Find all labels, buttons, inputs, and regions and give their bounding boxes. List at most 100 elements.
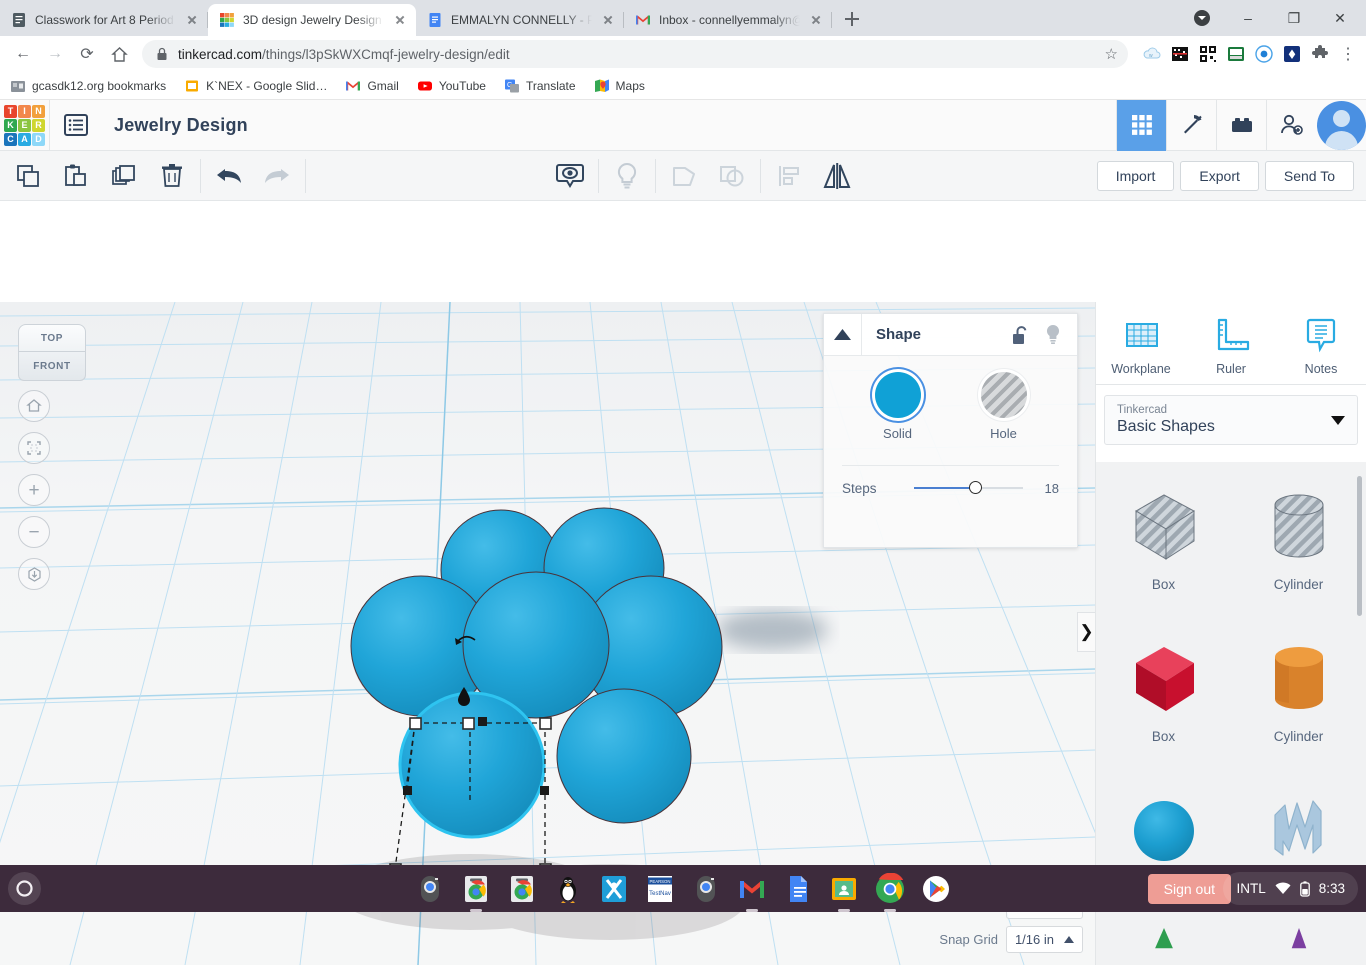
bookmark-item-2[interactable]: Gmail (345, 78, 399, 94)
shelf-app-play-store[interactable] (920, 873, 952, 905)
window-close-button[interactable]: ✕ (1318, 2, 1362, 34)
avatar[interactable] (1317, 100, 1366, 150)
snap-grid-select[interactable]: 1/16 in (1005, 926, 1083, 953)
project-list-button[interactable] (50, 100, 102, 151)
shape-item-partial-next-2[interactable] (1231, 918, 1366, 958)
orthographic-toggle-icon[interactable] (18, 558, 50, 590)
shelf-app-pearson-testnav[interactable]: PEARSON TestNav (644, 873, 676, 905)
grid-view-icon[interactable] (1116, 99, 1166, 151)
shape-item-box-hole[interactable]: Box (1096, 462, 1231, 614)
shape-item-cylinder-hole[interactable]: Cylinder (1231, 462, 1366, 614)
browser-tab-3[interactable]: Inbox - connellyemmalyn@gcas (624, 4, 832, 36)
bookmark-item-1[interactable]: K`NEX - Google Slid… (184, 78, 327, 94)
sign-out-button[interactable]: Sign out (1147, 874, 1231, 904)
reload-button[interactable]: ⟳ (72, 39, 102, 69)
import-button[interactable]: Import (1096, 160, 1175, 191)
shelf-app-docs[interactable] (782, 873, 814, 905)
undo-arrow-icon[interactable] (205, 151, 253, 201)
view-cube-top[interactable]: TOP (18, 324, 86, 352)
address-bar[interactable]: tinkercad.com/things/l3pSkWXCmqf-jewelry… (142, 40, 1128, 68)
cloud-icon[interactable]: w (1142, 44, 1162, 64)
shape-item-cylinder[interactable]: Cylinder (1231, 614, 1366, 766)
view-cube[interactable]: TOP FRONT (18, 310, 86, 381)
qr-scan-icon[interactable] (1170, 44, 1190, 64)
steps-slider[interactable] (914, 480, 1023, 496)
ungroup-shapes-icon[interactable] (708, 151, 756, 201)
shelf-app-gmail[interactable] (736, 873, 768, 912)
browser-tab-1[interactable]: 3D design Jewelry Design | Tinke (208, 4, 416, 36)
bookmark-item-5[interactable]: Maps (594, 78, 645, 94)
redo-arrow-icon[interactable] (253, 151, 301, 201)
chrome-profile-badge-icon[interactable] (1180, 2, 1224, 34)
shelf-app-chrome[interactable] (874, 872, 906, 912)
align-icon[interactable] (765, 151, 813, 201)
chrome-menu-button[interactable]: ⋮ (1338, 39, 1358, 69)
tab-close-button[interactable] (600, 12, 616, 28)
new-tab-button[interactable] (838, 5, 866, 33)
sidebar-item-notes[interactable]: Notes (1276, 316, 1366, 376)
invite-person-icon[interactable] (1266, 99, 1316, 151)
back-button[interactable]: ← (8, 39, 38, 69)
shelf-app-camera[interactable] (414, 873, 446, 905)
browser-tab-2[interactable]: EMMALYN CONNELLY - Photo Do (416, 4, 624, 36)
shelf-app-classroom[interactable] (828, 873, 860, 912)
solid-color-swatch[interactable] (874, 372, 921, 418)
window-maximize-button[interactable]: ❐ (1272, 2, 1316, 34)
slider-knob[interactable] (969, 481, 982, 494)
bricks-icon[interactable] (1216, 99, 1266, 151)
bookmark-item-4[interactable]: G Translate (504, 78, 576, 94)
bookmark-item-0[interactable]: gcasdk12.org bookmarks (10, 78, 166, 94)
shelf-app-chrome-shortcut-2[interactable] (506, 873, 538, 905)
shelf-app-penguin-terminal[interactable] (552, 873, 584, 905)
fit-all-icon[interactable] (18, 432, 50, 464)
folder-icon (11, 80, 25, 92)
tab-close-button[interactable] (392, 12, 408, 28)
hole-swatch[interactable] (980, 372, 1027, 418)
home-button[interactable] (104, 39, 134, 69)
export-button[interactable]: Export (1180, 160, 1259, 191)
sidebar-item-ruler[interactable]: Ruler (1186, 316, 1276, 376)
shelf-app-chrome-shortcut[interactable] (460, 873, 492, 912)
forward-button[interactable]: → (40, 39, 70, 69)
codeblocks-pick-icon[interactable] (1166, 99, 1216, 151)
lightbulb-icon[interactable] (603, 151, 651, 201)
shape-item-partial-next[interactable] (1096, 918, 1231, 958)
zoom-in-icon[interactable]: + (18, 474, 50, 506)
group-shapes-icon[interactable] (660, 151, 708, 201)
screencastify-icon[interactable] (1226, 44, 1246, 64)
status-area[interactable]: INTL 8:33 (1223, 872, 1358, 905)
qr-code-icon[interactable] (1198, 44, 1218, 64)
shape-collection-select[interactable]: Tinkercad Basic Shapes (1104, 395, 1358, 445)
browser-tab-0[interactable]: Classwork for Art 8 Period 1, MP (0, 4, 208, 36)
trash-icon[interactable] (148, 151, 196, 201)
shape-item-box[interactable]: Box (1096, 614, 1231, 766)
unlocked-padlock-icon[interactable] (1012, 325, 1029, 345)
shelf-app-xtramath[interactable] (598, 873, 630, 905)
diamond-icon[interactable] (1282, 44, 1302, 64)
solid-mode-option[interactable]: Solid (874, 372, 921, 441)
bookmark-item-3[interactable]: YouTube (417, 78, 486, 94)
lightbulb-icon[interactable] (1045, 324, 1061, 345)
duplicate-icon[interactable] (100, 151, 148, 201)
paste-icon[interactable] (52, 151, 100, 201)
home-view-icon[interactable] (18, 390, 50, 422)
sidebar-item-workplane[interactable]: Workplane (1096, 316, 1186, 376)
shelf-app-camera-2[interactable] (690, 873, 722, 905)
puzzle-icon[interactable] (1310, 44, 1330, 64)
collapse-triangle-icon[interactable] (824, 313, 862, 356)
zoom-out-icon[interactable]: − (18, 516, 50, 548)
copy-icon[interactable] (4, 151, 52, 201)
bookmark-star-icon[interactable]: ☆ (1105, 45, 1118, 63)
mirror-icon[interactable] (813, 151, 861, 201)
view-cube-front[interactable]: FRONT (18, 351, 86, 381)
tab-close-button[interactable] (808, 12, 824, 28)
hole-mode-option[interactable]: Hole (980, 372, 1027, 441)
sidebar-collapse-button[interactable]: ❯ (1077, 612, 1095, 652)
send-to-button[interactable]: Send To (1264, 160, 1354, 191)
tab-close-button[interactable] (184, 12, 200, 28)
record-icon[interactable] (1254, 44, 1274, 64)
eye-speech-icon[interactable] (546, 151, 594, 201)
sidebar-scrollbar[interactable] (1357, 476, 1362, 616)
tinkercad-logo-icon[interactable]: TIN KER CAD (0, 101, 49, 150)
window-minimize-button[interactable]: – (1226, 2, 1270, 34)
